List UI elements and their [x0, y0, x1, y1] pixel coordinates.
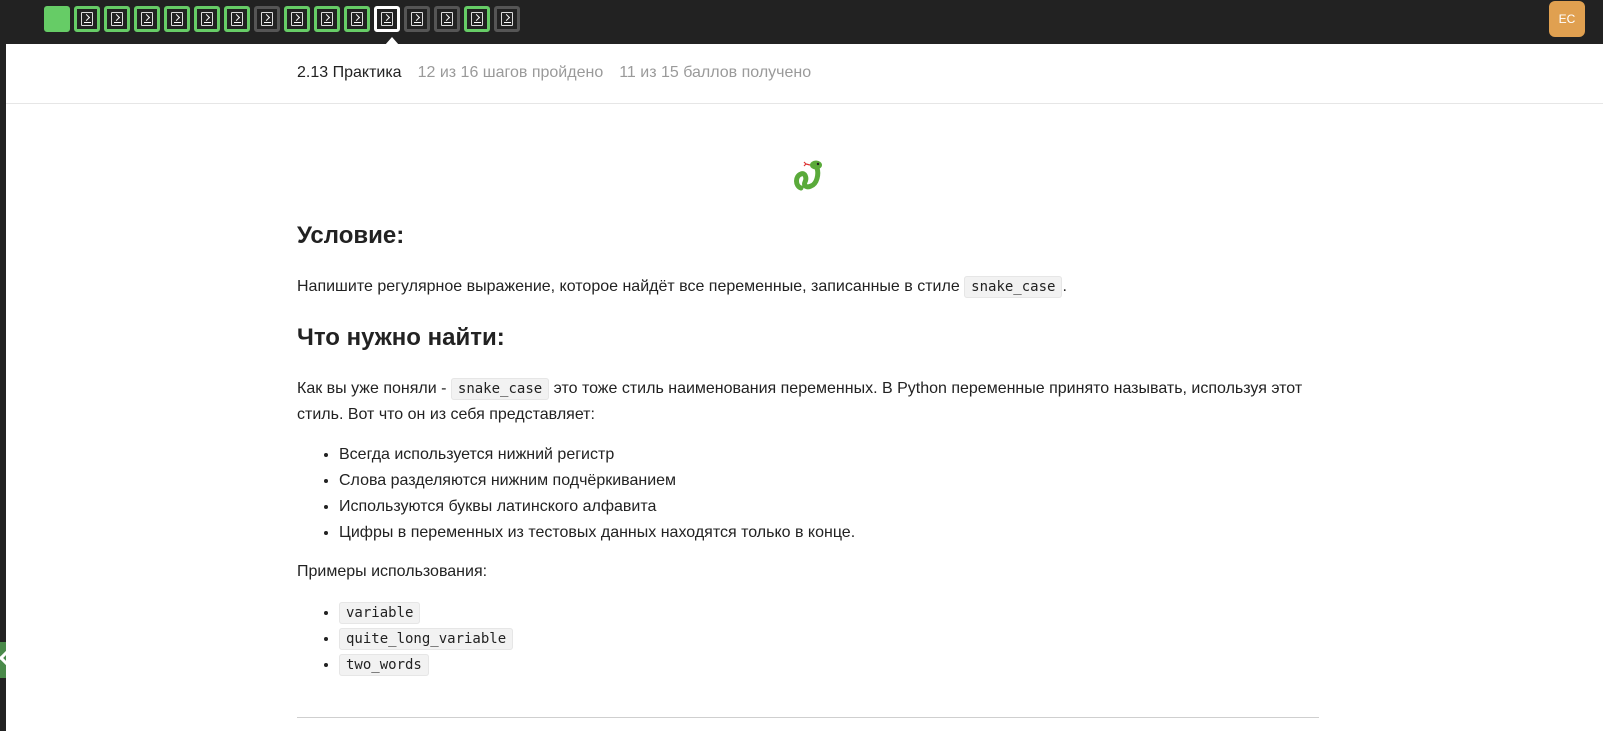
terminal-icon — [441, 12, 453, 26]
step-15[interactable] — [464, 6, 490, 32]
list-item: variable — [339, 600, 513, 626]
terminal-icon — [201, 12, 213, 26]
terminal-icon — [501, 12, 513, 26]
terminal-icon — [411, 12, 423, 26]
step-7[interactable] — [224, 6, 250, 32]
lesson-info: 2.13 Практика 12 из 16 шагов пройдено 11… — [297, 64, 811, 82]
lesson-title[interactable]: 2.13 Практика — [297, 64, 402, 82]
step-navigation — [44, 6, 520, 45]
condition-text-end: . — [1062, 278, 1067, 295]
list-item: quite_long_variable — [339, 626, 514, 652]
what-to-find-heading: Что нужно найти: — [297, 324, 505, 351]
condition-text: Напишите регулярное выражение, которое н… — [297, 278, 965, 295]
terminal-icon — [141, 12, 153, 26]
terminal-icon — [381, 12, 393, 26]
list-item: Всегда используется нижний регистр — [339, 442, 855, 468]
left-sidebar-strip — [0, 44, 6, 731]
terminal-icon — [321, 12, 333, 26]
inline-code: quite_long_variable — [339, 628, 514, 650]
examples-label: Примеры использования: — [297, 563, 488, 580]
user-avatar[interactable]: EC — [1549, 1, 1585, 37]
list-item: two_words — [339, 652, 513, 678]
step-5[interactable] — [164, 6, 190, 32]
step-11[interactable] — [344, 6, 370, 32]
terminal-icon — [291, 12, 303, 26]
condition-paragraph: Напишите регулярное выражение, которое н… — [297, 274, 1319, 300]
top-navigation-bar: EC — [0, 0, 1603, 45]
step-3[interactable] — [104, 6, 130, 32]
inline-code: variable — [339, 602, 421, 624]
step-8[interactable] — [254, 6, 280, 32]
description-text: Как вы уже поняли - — [297, 380, 451, 397]
condition-heading: Условие: — [297, 222, 405, 249]
step-12-current[interactable] — [374, 6, 400, 45]
terminal-icon — [81, 12, 93, 26]
terminal-icon — [471, 12, 483, 26]
terminal-icon — [351, 12, 363, 26]
inline-code: snake_case — [450, 378, 550, 400]
step-4[interactable] — [134, 6, 160, 32]
terminal-icon — [171, 12, 183, 26]
terminal-icon — [231, 12, 243, 26]
divider — [297, 717, 1319, 718]
terminal-icon — [111, 12, 123, 26]
step-6[interactable] — [194, 6, 220, 32]
terminal-icon — [261, 12, 273, 26]
inline-code: two_words — [339, 654, 429, 676]
list-item: Цифры в переменных из тестовых данных на… — [339, 520, 855, 546]
inline-code: snake_case — [964, 276, 1063, 298]
snake-icon — [794, 160, 822, 191]
steps-progress: 12 из 16 шагов пройдено — [417, 64, 604, 81]
examples-list: variable quite_long_variable two_words — [321, 600, 514, 678]
list-item: Слова разделяются нижним подчёркиванием — [339, 468, 855, 494]
step-14[interactable] — [434, 6, 460, 32]
step-2[interactable] — [74, 6, 100, 32]
rules-list: Всегда используется нижний регистр Слова… — [321, 442, 855, 546]
step-9[interactable] — [284, 6, 310, 32]
step-16[interactable] — [494, 6, 520, 32]
list-item: Используются буквы латинского алфавита — [339, 494, 855, 520]
description-paragraph: Как вы уже поняли - snake_case это тоже … — [297, 376, 1319, 427]
step-13[interactable] — [404, 6, 430, 32]
step-10[interactable] — [314, 6, 340, 32]
lesson-header: 2.13 Практика 12 из 16 шагов пройдено 11… — [6, 44, 1603, 104]
score-progress: 11 из 15 баллов получено — [619, 64, 812, 81]
step-1[interactable] — [44, 6, 70, 32]
